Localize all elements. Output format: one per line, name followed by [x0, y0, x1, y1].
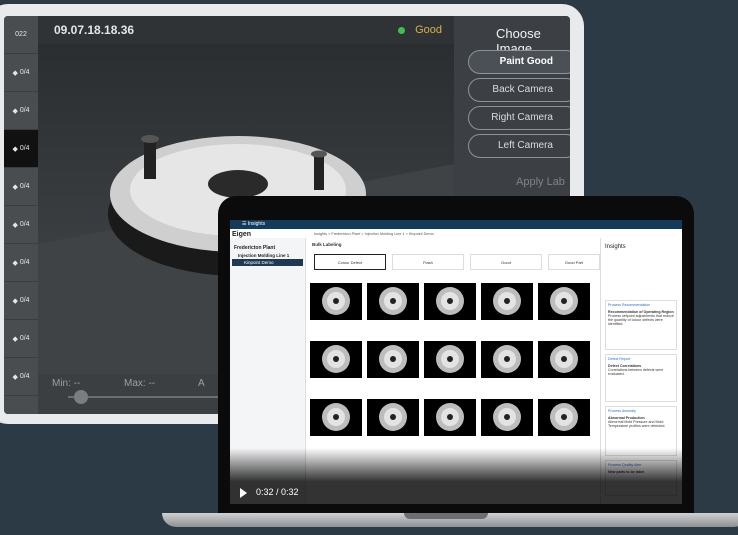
sidebar-item[interactable]: ◆ 0/4 — [4, 206, 38, 244]
nav-demo[interactable]: Kinpoint Demo — [232, 259, 303, 266]
video-controls: 0:32 / 0:32 — [230, 448, 682, 504]
breadcrumb: Insights > Fredericton Plant > Injection… — [314, 232, 434, 236]
tablet-sidebar: 022 ◆ 0/4 ◆ 0/4 ◆ 0/4 ◆ 0/4 ◆ 0/4 ◆ 0/4 ◆ 0/4 ◆… — [4, 16, 38, 414]
range-slider[interactable] — [68, 396, 228, 398]
tablet-header: 09.07.18.18.36 Good — [38, 16, 454, 44]
part-thumbnail — [481, 341, 533, 378]
part-thumbnail — [424, 341, 476, 378]
tag-icon: ◆ — [12, 335, 18, 343]
image-card[interactable] — [481, 392, 533, 446]
status-dot-icon — [398, 26, 406, 34]
image-card[interactable] — [481, 334, 533, 388]
part-thumbnail — [310, 341, 362, 378]
tag-icon: ◆ — [12, 373, 18, 381]
app-header: ☰ Insights — [230, 220, 682, 229]
image-card[interactable] — [310, 334, 362, 388]
tag-icon: ◆ — [12, 297, 18, 305]
bulk-title: Bulk Labeling — [312, 242, 342, 247]
insight-card[interactable]: Process Recommendation Recommendation of … — [605, 300, 677, 350]
sidebar-item[interactable]: ◆ 0/4 — [4, 282, 38, 320]
image-grid — [310, 276, 598, 456]
sidebar-item[interactable]: ◆ 0/4 — [4, 244, 38, 282]
play-icon[interactable] — [240, 488, 247, 498]
part-thumbnail — [481, 283, 533, 320]
image-card[interactable] — [538, 276, 590, 330]
sidebar-item[interactable]: ◆ 0/4 — [4, 320, 38, 358]
image-card[interactable] — [538, 334, 590, 388]
tag-icon: ◆ — [12, 107, 18, 115]
sidebar-item[interactable]: ◆ 0/4 — [4, 168, 38, 206]
video-time: 0:32 / 0:32 — [256, 487, 299, 497]
image-card[interactable] — [367, 276, 419, 330]
part-thumbnail — [310, 399, 362, 436]
tab-flash[interactable]: Flash — [392, 254, 464, 270]
tag-icon: ◆ — [12, 183, 18, 191]
nav-plant[interactable]: Fredericton Plant — [230, 244, 305, 252]
part-thumbnail — [538, 341, 590, 378]
part-thumbnail — [310, 283, 362, 320]
sidebar-item[interactable]: ◆ 0/4 — [4, 54, 38, 92]
image-card[interactable] — [424, 392, 476, 446]
part-thumbnail — [367, 399, 419, 436]
part-thumbnail — [424, 399, 476, 436]
image-card[interactable] — [424, 276, 476, 330]
right-camera-button[interactable]: Right Camera — [468, 106, 570, 130]
laptop-device: ☰ Insights Eigen Insights > Fredericton … — [218, 196, 694, 514]
nav-line[interactable]: Injection Molding Line 1 — [230, 252, 305, 259]
tag-icon: ◆ — [12, 145, 18, 153]
label-tabs: Colour Defect Flash Good Good Part — [314, 254, 600, 270]
part-thumbnail — [538, 399, 590, 436]
image-card[interactable] — [367, 392, 419, 446]
image-card[interactable] — [367, 334, 419, 388]
insights-title: Insights — [605, 244, 626, 250]
tag-icon: ◆ — [12, 259, 18, 267]
image-card[interactable] — [310, 392, 362, 446]
tab-good[interactable]: Good — [470, 254, 542, 270]
left-camera-button[interactable]: Left Camera — [468, 134, 570, 158]
tab-colour-defect[interactable]: Colour Defect — [314, 254, 386, 270]
laptop-screen: ☰ Insights Eigen Insights > Fredericton … — [230, 220, 682, 504]
insight-card[interactable]: Defect Report Defect Correlations Correlat… — [605, 354, 677, 402]
image-card[interactable] — [538, 392, 590, 446]
sidebar-item[interactable]: ◆ 0/4 — [4, 358, 38, 396]
part-thumbnail — [424, 283, 476, 320]
back-camera-button[interactable]: Back Camera — [468, 78, 570, 102]
part-thumbnail — [538, 283, 590, 320]
part-thumbnail — [367, 283, 419, 320]
image-card[interactable] — [310, 276, 362, 330]
timestamp: 09.07.18.18.36 — [54, 23, 135, 37]
status-indicator: Good — [398, 24, 442, 36]
laptop-notch — [404, 513, 488, 519]
brand-logo: Eigen — [232, 231, 252, 238]
sidebar-year: 022 — [4, 16, 38, 54]
menu-icon[interactable]: ☰ — [242, 221, 246, 227]
sidebar-item[interactable]: ◆ 0/4 — [4, 92, 38, 130]
tag-icon: ◆ — [12, 69, 18, 77]
paint-good-button[interactable]: Paint Good — [468, 50, 570, 74]
slider-handle[interactable] — [74, 390, 88, 404]
part-thumbnail — [481, 399, 533, 436]
part-thumbnail — [367, 341, 419, 378]
tag-icon: ◆ — [12, 221, 18, 229]
image-card[interactable] — [424, 334, 476, 388]
tab-good-part[interactable]: Good Part — [548, 254, 600, 270]
sidebar-item-active[interactable]: ◆ 0/4 — [4, 130, 38, 168]
apply-label-button[interactable]: Apply Lab — [516, 176, 565, 188]
image-card[interactable] — [481, 276, 533, 330]
